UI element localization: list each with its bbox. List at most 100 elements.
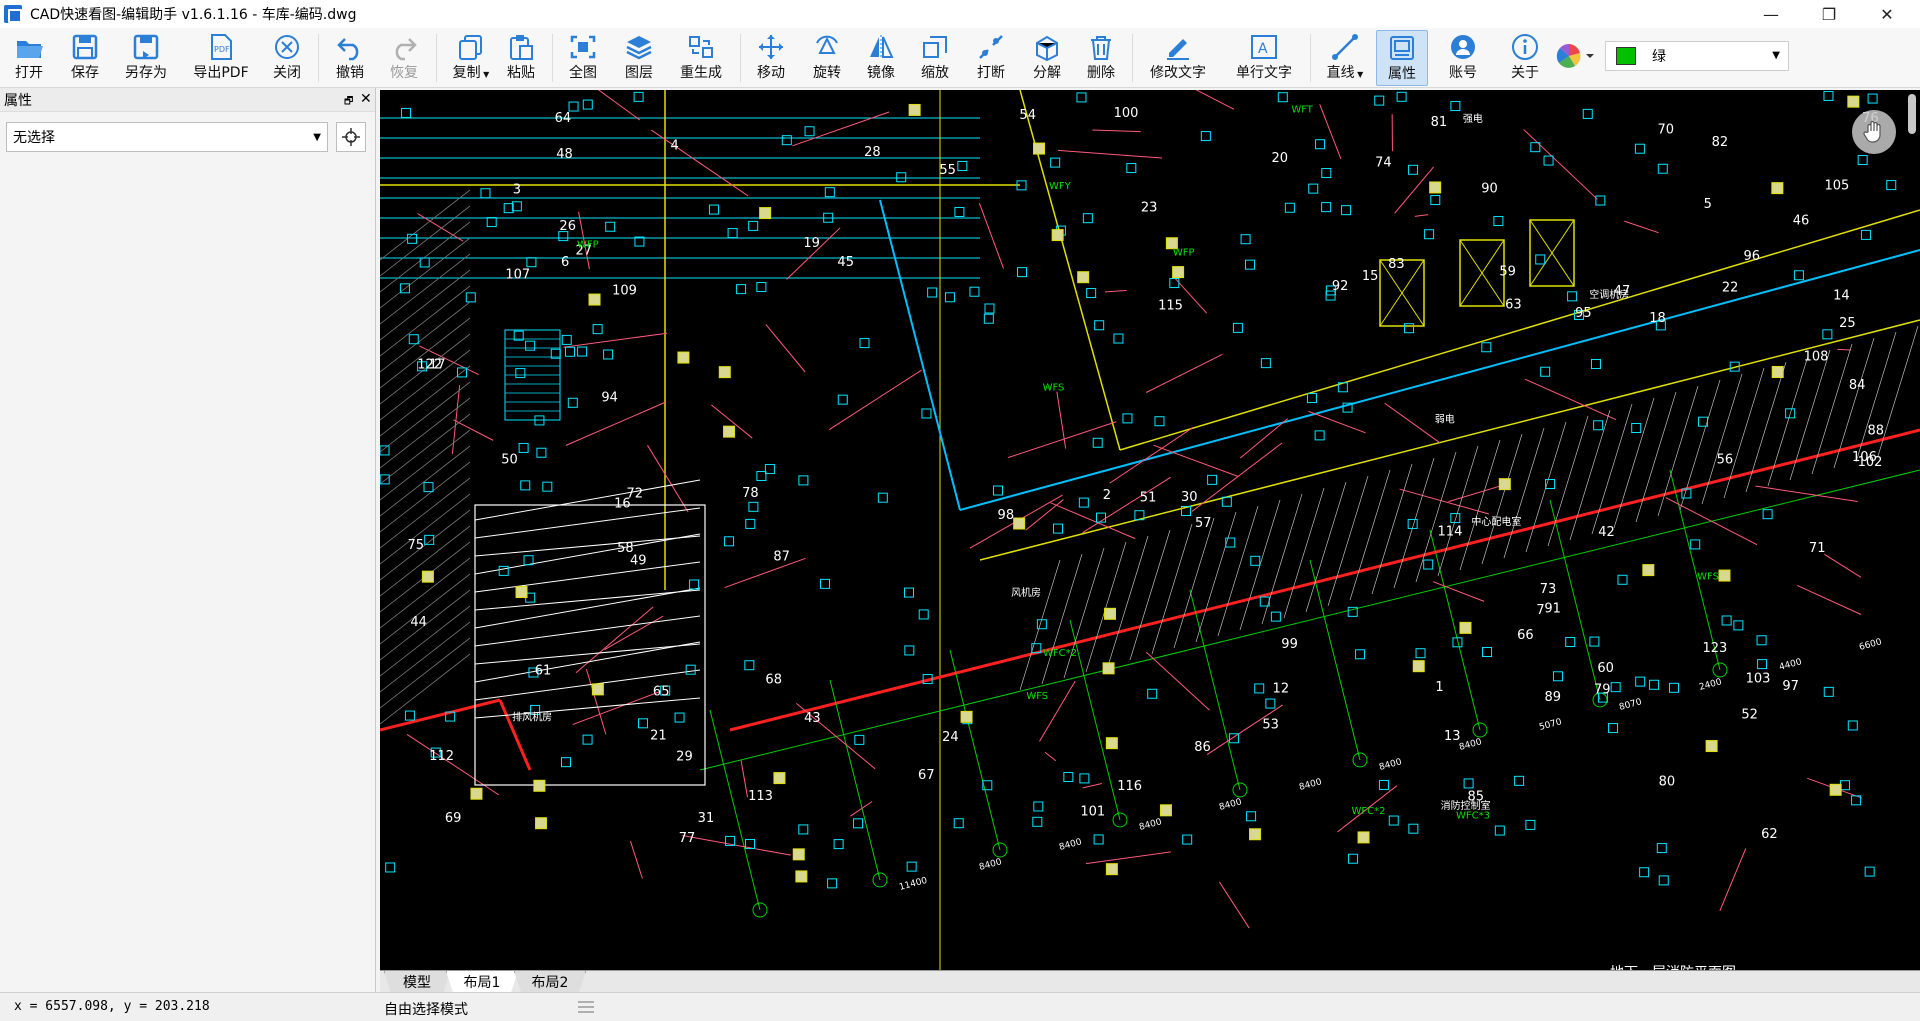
vertical-scrollbar[interactable]	[1905, 90, 1920, 970]
device-symbol	[1404, 323, 1415, 334]
device-number: 113	[748, 789, 773, 804]
color-picker-button[interactable]	[1555, 41, 1594, 71]
break-button[interactable]: 打断	[970, 30, 1012, 86]
device-symbol	[605, 221, 616, 232]
device-symbol	[1423, 559, 1434, 570]
parking-line	[1393, 457, 1435, 589]
export-pdf-button[interactable]: PDF 导出PDF	[188, 30, 254, 86]
device-symbol	[969, 286, 980, 297]
device-symbol	[724, 536, 735, 547]
parking-line	[1415, 451, 1457, 583]
wall-line	[1119, 209, 1920, 451]
open-button[interactable]: 打开	[8, 30, 50, 86]
hatch-line	[380, 189, 471, 261]
properties-button[interactable]: 属性	[1376, 30, 1428, 86]
selection-dropdown[interactable]: 无选择 ▼	[6, 122, 328, 152]
device-symbol	[1032, 816, 1043, 827]
wiring-line	[828, 369, 922, 431]
undo-button[interactable]: 撤销	[329, 30, 371, 86]
close-window-button[interactable]: ✕	[1858, 0, 1916, 28]
boundary-line	[380, 698, 501, 732]
hatch-line	[380, 285, 471, 357]
device-symbol	[568, 101, 579, 112]
save-button[interactable]: 保存	[64, 30, 106, 86]
delete-button[interactable]: 删除	[1080, 30, 1122, 86]
device-symbol	[1093, 834, 1104, 845]
about-button[interactable]: 关于	[1504, 30, 1546, 86]
column-square	[421, 570, 434, 583]
tab-layout1[interactable]: 布局1	[446, 971, 518, 993]
device-symbol	[1207, 474, 1218, 485]
move-button[interactable]: 移动	[750, 30, 792, 86]
axis-line	[1189, 589, 1241, 791]
explode-button[interactable]: 分解	[1026, 30, 1068, 86]
device-symbol	[633, 91, 644, 102]
device-number: 26	[559, 219, 576, 234]
device-number: 59	[1499, 265, 1516, 280]
copy-button[interactable]: 复制 ▼	[446, 30, 496, 86]
wiring-line	[1195, 90, 1235, 110]
device-symbol	[745, 518, 756, 529]
device-symbol	[853, 818, 864, 829]
redo-button[interactable]: 恢复	[383, 30, 425, 86]
toolbar-separator	[318, 34, 319, 82]
explode-icon	[1030, 30, 1064, 64]
menu-lines-icon[interactable]	[576, 999, 596, 1015]
device-symbol	[407, 233, 418, 244]
pin-icon[interactable]: 🗗	[344, 94, 353, 111]
device-number: 4	[670, 139, 678, 154]
close-file-button[interactable]: 关闭	[266, 30, 308, 86]
device-symbol	[1079, 773, 1090, 784]
room-label: 消防控制室	[1441, 799, 1491, 812]
wiring-line	[1384, 402, 1440, 444]
close-icon: ✕	[1880, 4, 1894, 24]
regenerate-button[interactable]: 重生成	[674, 30, 728, 86]
mirror-button[interactable]: 镜像	[860, 30, 902, 86]
drawing-canvas[interactable]: 8079787610174757377113107721228182838485…	[380, 90, 1920, 970]
single-line-text-button[interactable]: A 单行文字	[1228, 30, 1300, 86]
device-symbol	[1631, 422, 1642, 433]
maximize-button[interactable]: ❐	[1800, 0, 1858, 28]
line-button[interactable]: 直线 ▼	[1320, 30, 1370, 86]
device-symbol	[525, 340, 536, 351]
layers-button[interactable]: 图层	[618, 30, 660, 86]
paste-button[interactable]: 粘贴	[500, 30, 542, 86]
minimize-button[interactable]: —	[1742, 0, 1800, 28]
column-square	[792, 848, 805, 861]
move-icon	[754, 30, 788, 64]
cad-drawing[interactable]: 8079787610174757377113107721228182838485…	[380, 90, 1920, 970]
room-label: WFP	[1173, 247, 1195, 258]
device-symbol	[804, 126, 815, 137]
account-button[interactable]: 账号	[1442, 30, 1484, 86]
quick-select-button[interactable]	[336, 122, 366, 152]
device-symbol	[904, 645, 915, 656]
scrollbar-thumb[interactable]	[1908, 94, 1916, 134]
device-symbol	[1033, 801, 1044, 812]
selection-mode[interactable]: 自由选择模式	[384, 999, 468, 1019]
device-symbol	[1036, 619, 1047, 630]
wiring-line	[565, 401, 667, 446]
column-square	[1249, 828, 1262, 841]
scale-button[interactable]: 缩放	[914, 30, 956, 86]
device-number: 92	[1332, 279, 1349, 294]
device-number: 16	[614, 497, 631, 512]
panel-close-icon[interactable]: ✕	[360, 91, 372, 107]
save-as-button[interactable]: 另存为	[120, 30, 172, 86]
wiring-line	[1755, 485, 1858, 503]
tab-model[interactable]: 模型	[384, 971, 450, 993]
properties-panel-title: 属性	[4, 92, 32, 109]
full-view-button[interactable]: 全图	[562, 30, 604, 86]
wiring-line	[1153, 444, 1238, 477]
wiring-line	[1524, 378, 1617, 421]
tab-layout2[interactable]: 布局2	[514, 971, 586, 993]
device-number: 107	[505, 268, 530, 283]
rotate-button[interactable]: 旋转	[806, 30, 848, 86]
pan-hand-icon[interactable]	[1852, 110, 1896, 154]
column-square	[515, 586, 528, 599]
parking-line	[1217, 505, 1259, 637]
device-symbol	[685, 664, 696, 675]
device-symbol	[1244, 259, 1255, 270]
color-select[interactable]: 绿 ▼	[1605, 41, 1789, 71]
device-symbol	[1355, 649, 1366, 660]
edit-text-button[interactable]: 修改文字	[1142, 30, 1214, 86]
